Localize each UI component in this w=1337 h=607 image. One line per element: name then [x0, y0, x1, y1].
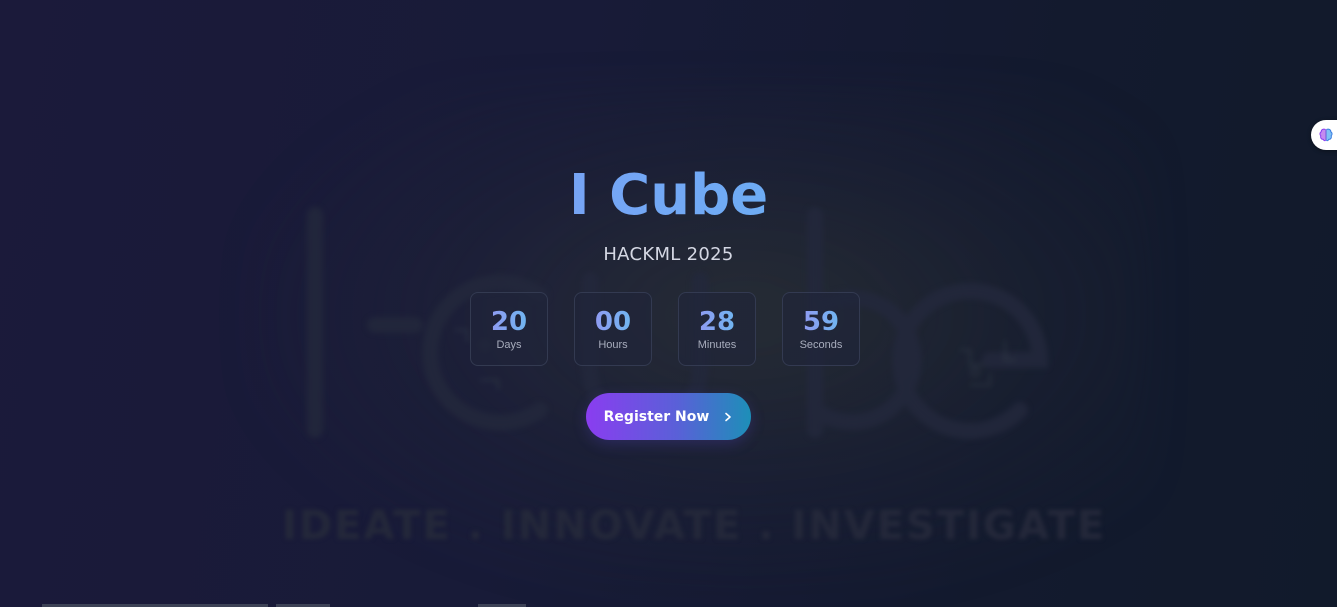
- brain-icon: [1319, 128, 1333, 142]
- countdown-days: 20 Days: [470, 292, 548, 366]
- countdown-label: Minutes: [697, 339, 737, 351]
- background-tagline: IDEATE . INNOVATE . INVESTIGATE: [282, 503, 1107, 549]
- countdown-value: 59: [783, 307, 859, 337]
- event-subtitle: HACKML 2025: [603, 244, 734, 265]
- countdown-seconds: 59 Seconds: [782, 292, 860, 366]
- assistant-widget-button[interactable]: [1311, 120, 1337, 150]
- page-title: I Cube: [0, 160, 1337, 232]
- countdown-label: Days: [496, 339, 522, 351]
- chevron-right-icon: [725, 412, 732, 421]
- hero-section: I Cube HACKML 2025: [0, 160, 1337, 265]
- countdown-label: Hours: [598, 339, 628, 351]
- countdown-label: Seconds: [799, 339, 843, 351]
- countdown-hours: 00 Hours: [574, 292, 652, 366]
- countdown-minutes: 28 Minutes: [678, 292, 756, 366]
- countdown-value: 28: [679, 307, 755, 337]
- countdown-value: 20: [471, 307, 547, 337]
- register-now-button[interactable]: Register Now: [586, 393, 751, 440]
- countdown-value: 00: [575, 307, 651, 337]
- landing-page: IDEATE . INNOVATE . INVESTIGATE I Cube H…: [0, 0, 1337, 607]
- register-button-label: Register Now: [603, 408, 710, 425]
- countdown-timer: 20 Days 00 Hours 28 Minutes 59 Seconds: [470, 292, 860, 366]
